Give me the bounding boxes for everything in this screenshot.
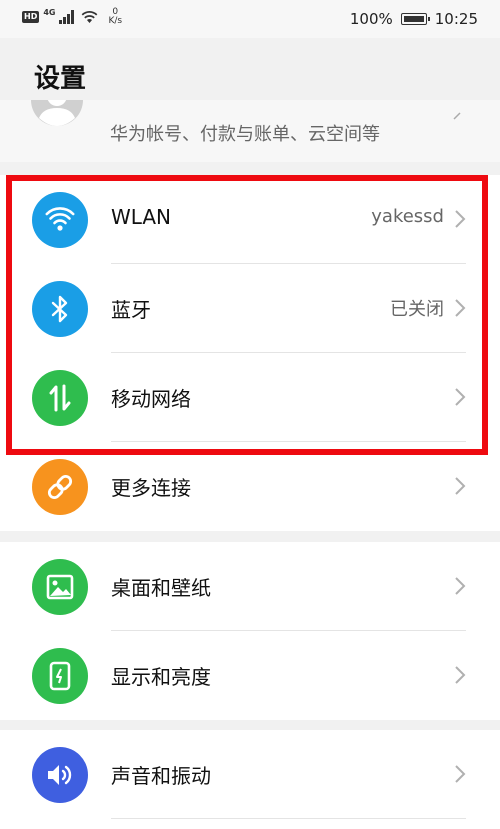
settings-row-sound[interactable]: 声音和振动 xyxy=(0,730,500,819)
chevron-right-icon xyxy=(455,388,466,406)
chevron-right-icon xyxy=(455,299,466,317)
divider xyxy=(111,818,466,819)
connections-group: WLAN yakessd 蓝牙 已关闭 移动网络 更多连接 xyxy=(0,175,500,531)
row-label: 桌面和壁纸 xyxy=(111,576,211,600)
sound-group: 声音和振动 xyxy=(0,730,500,829)
chevron-right-icon xyxy=(455,477,466,495)
image-icon xyxy=(32,559,88,615)
settings-row-display[interactable]: 显示和亮度 xyxy=(0,631,500,720)
page-title: 设置 xyxy=(34,64,87,94)
row-label: 显示和亮度 xyxy=(111,665,211,689)
row-label: 声音和振动 xyxy=(111,764,211,788)
row-label: 蓝牙 xyxy=(111,298,151,322)
row-value: 已关闭 xyxy=(390,299,444,320)
speed-unit: K/s xyxy=(108,16,123,26)
settings-row-more-connections[interactable]: 更多连接 xyxy=(0,442,500,531)
row-label: 移动网络 xyxy=(111,387,191,411)
settings-row-mobile-network[interactable]: 移动网络 xyxy=(0,353,500,442)
chevron-right-icon xyxy=(455,666,466,684)
display-icon xyxy=(32,648,88,704)
mobile-data-icon xyxy=(32,370,88,426)
battery-percent: 100% xyxy=(349,10,393,28)
status-right: 100% 10:25 xyxy=(350,10,478,28)
row-label: WLAN xyxy=(111,205,172,229)
row-value: yakessd xyxy=(371,206,444,227)
settings-row-wallpaper[interactable]: 桌面和壁纸 xyxy=(0,542,500,631)
settings-row-bluetooth[interactable]: 蓝牙 已关闭 xyxy=(0,264,500,353)
row-label: 更多连接 xyxy=(111,476,191,500)
account-row[interactable]: 华为帐号、付款与账单、云空间等 xyxy=(0,100,500,162)
avatar xyxy=(31,100,83,126)
clock: 10:25 xyxy=(434,10,478,28)
status-bar: HD 4G 0 K/s 100% 10:25 xyxy=(0,0,500,38)
chevron-right-icon xyxy=(455,765,466,783)
link-icon xyxy=(32,459,88,515)
chevron-right-icon xyxy=(453,112,461,120)
signal-icon xyxy=(59,10,75,24)
display-group: 桌面和壁纸 显示和亮度 xyxy=(0,542,500,720)
chevron-right-icon xyxy=(455,577,466,595)
network-speed: 0 K/s xyxy=(108,8,122,26)
account-description: 华为帐号、付款与账单、云空间等 xyxy=(110,124,380,145)
bluetooth-icon xyxy=(32,281,88,337)
wifi-status-icon xyxy=(82,11,98,23)
hd-badge: HD xyxy=(22,11,40,23)
battery-icon xyxy=(400,13,430,25)
settings-row-wlan[interactable]: WLAN yakessd xyxy=(0,175,500,264)
network-type: 4G xyxy=(43,8,56,17)
chevron-right-icon xyxy=(455,210,466,228)
sound-icon xyxy=(32,747,88,803)
wifi-icon xyxy=(32,192,88,248)
status-left: HD 4G 0 K/s xyxy=(22,8,122,26)
